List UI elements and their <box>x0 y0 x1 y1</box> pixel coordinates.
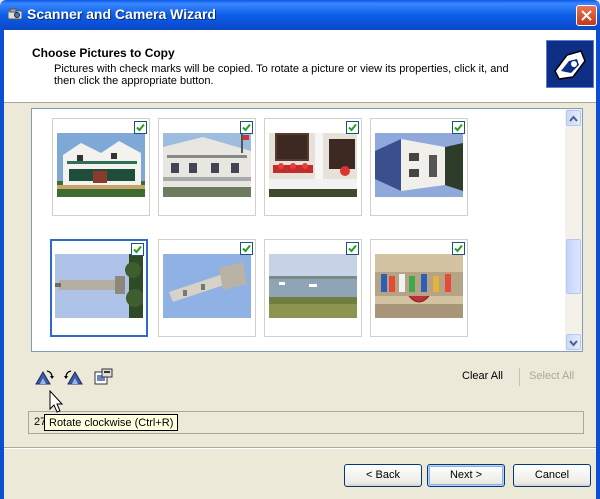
picture-checkbox[interactable] <box>346 121 359 134</box>
back-button[interactable]: < Back <box>344 464 422 487</box>
picture-checkbox[interactable] <box>240 242 253 255</box>
checkmark-icon <box>348 244 357 253</box>
picture-checkbox[interactable] <box>131 243 144 256</box>
wizard-header: Choose Pictures to Copy Pictures with ch… <box>4 30 596 103</box>
close-button[interactable] <box>576 5 597 26</box>
tooltip: Rotate clockwise (Ctrl+R) <box>44 414 179 431</box>
picture-thumbnail[interactable] <box>264 118 362 216</box>
scroll-thumb[interactable] <box>566 239 581 294</box>
select-all-button[interactable]: Select All <box>529 370 574 382</box>
checkmark-icon <box>133 245 142 254</box>
rotate-clockwise-button[interactable] <box>33 367 55 387</box>
mouse-cursor-icon <box>49 390 64 413</box>
close-icon <box>581 10 592 21</box>
checkmark-icon <box>242 244 251 253</box>
picture-checkbox[interactable] <box>240 121 253 134</box>
picture-checkbox[interactable] <box>134 121 147 134</box>
picture-image <box>375 254 463 318</box>
picture-thumbnail[interactable] <box>52 118 150 216</box>
picture-thumbnail[interactable] <box>158 239 256 337</box>
picture-thumbnail-selected[interactable] <box>50 239 148 337</box>
checkmark-icon <box>454 244 463 253</box>
window-title: Scanner and Camera Wizard <box>27 6 216 22</box>
picture-image <box>269 133 357 197</box>
rotate-counterclockwise-icon <box>64 370 83 385</box>
picture-thumbnail[interactable] <box>370 239 468 337</box>
properties-icon <box>94 368 113 385</box>
scroll-up-button[interactable] <box>566 110 581 126</box>
rotate-counterclockwise-button[interactable] <box>63 367 85 387</box>
picture-thumbnail[interactable] <box>264 239 362 337</box>
wizard-window: Scanner and Camera Wizard Choose Picture… <box>0 0 600 499</box>
picture-thumbnail[interactable] <box>158 118 256 216</box>
checkmark-icon <box>348 123 357 132</box>
picture-checkbox[interactable] <box>452 121 465 134</box>
chevron-up-icon <box>569 115 578 122</box>
picture-image <box>57 133 145 197</box>
scroll-down-button[interactable] <box>566 334 581 350</box>
properties-button[interactable] <box>92 367 114 387</box>
checkmark-icon <box>136 123 145 132</box>
toolbar-separator <box>519 368 520 386</box>
cancel-button[interactable]: Cancel <box>513 464 591 487</box>
checkmark-icon <box>454 123 463 132</box>
page-title: Choose Pictures to Copy <box>32 46 175 60</box>
window-border-right <box>596 30 600 499</box>
clear-all-button[interactable]: Clear All <box>462 370 503 382</box>
picture-thumbnail[interactable] <box>370 118 468 216</box>
picture-checkbox[interactable] <box>346 242 359 255</box>
rotate-clockwise-icon <box>35 370 54 385</box>
picture-image <box>269 254 357 318</box>
picture-image <box>163 133 251 197</box>
picture-list[interactable] <box>31 108 583 352</box>
camera-wizard-icon <box>546 40 594 88</box>
chevron-down-icon <box>569 340 578 347</box>
vertical-scrollbar[interactable] <box>565 109 582 351</box>
scanner-icon <box>8 8 22 20</box>
button-divider <box>4 447 596 449</box>
title-bar[interactable]: Scanner and Camera Wizard <box>0 0 600 30</box>
picture-image <box>55 254 143 318</box>
page-description: Pictures with check marks will be copied… <box>54 63 509 87</box>
picture-image <box>163 254 251 318</box>
picture-checkbox[interactable] <box>452 242 465 255</box>
checkmark-icon <box>242 123 251 132</box>
picture-image <box>375 133 463 197</box>
next-button[interactable]: Next > <box>427 464 505 487</box>
